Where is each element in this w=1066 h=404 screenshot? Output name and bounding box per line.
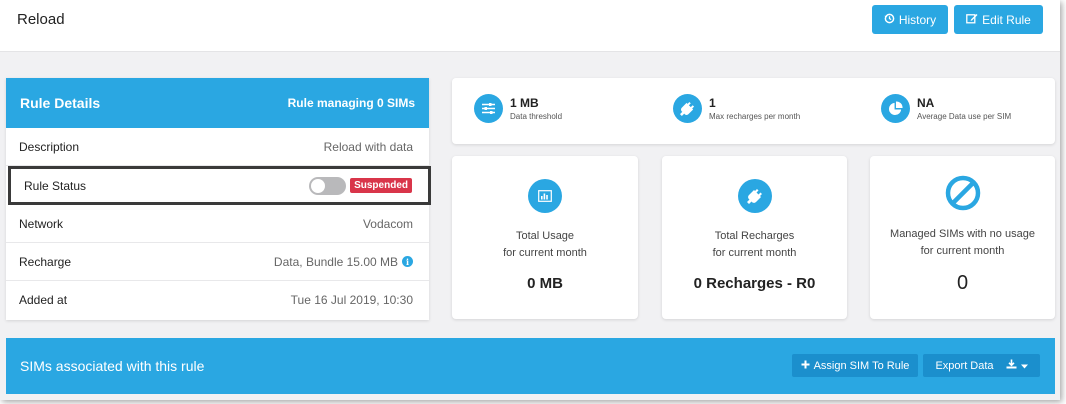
metric-value: 0 Recharges - R0 <box>693 275 816 292</box>
row-label: Network <box>19 216 64 231</box>
plus-icon <box>801 360 810 372</box>
row-label: Added at <box>19 293 68 307</box>
rule-row-recharge: Recharge Data, Bundle 15.00 MB i <box>6 243 429 281</box>
row-label: Description <box>19 139 80 154</box>
toggle-knob <box>311 178 326 193</box>
row-value: Vodacom <box>362 216 413 231</box>
metric-total-usage: Total Usage for current month 0 MB <box>452 156 638 319</box>
metric-label-line1: Total Recharges <box>714 230 795 242</box>
status-toggle[interactable] <box>309 176 347 195</box>
metric-label: Total Recharges for current month <box>662 228 847 262</box>
top-bar: Reload History Edit Rule <box>0 0 1060 52</box>
edit-rule-button[interactable]: Edit Rule <box>954 5 1043 34</box>
stat-desc: Max recharges per month <box>709 112 801 121</box>
stat-value: 1 <box>709 96 716 110</box>
stats-bar: 1 MB Data threshold 1 Max recharges per … <box>452 78 1055 144</box>
export-data-button[interactable]: Export Data <box>923 354 1040 377</box>
pie-chart-icon <box>881 94 910 123</box>
history-icon <box>884 13 895 27</box>
stat-max-recharges: 1 Max recharges per month <box>673 94 800 123</box>
metric-total-recharges: Total Recharges for current month 0 Rech… <box>662 156 847 319</box>
metric-value: 0 MB <box>527 275 563 292</box>
row-value-wrap: Data, Bundle 15.00 MB i <box>274 255 413 269</box>
metric-label: Total Usage for current month <box>452 228 638 262</box>
stat-desc: Data threshold <box>510 112 563 121</box>
rule-details-card: Rule Details Rule managing 0 SIMs Descri… <box>6 78 431 320</box>
stat-value: 1 MB <box>510 96 539 110</box>
metric-label-line2: for current month <box>920 245 1005 257</box>
app-frame: Reload History Edit Rule Rule Details Ru… <box>0 0 1060 400</box>
sims-section-header: SIMs associated with this rule Assign SI… <box>6 338 1055 394</box>
history-button[interactable]: History <box>872 5 948 34</box>
ban-icon <box>944 174 982 212</box>
metric-label-line1: Managed SIMs with no usage <box>890 228 1035 240</box>
stat-avg-data: NA Average Data use per SIM <box>881 94 1011 123</box>
edit-rule-label: Edit Rule <box>982 12 1031 27</box>
metric-label-line2: for current month <box>712 247 797 259</box>
metric-label: Managed SIMs with no usage for current m… <box>870 226 1055 260</box>
stat-data-threshold: 1 MB Data threshold <box>474 94 562 123</box>
row-label: Rule Status <box>24 178 87 193</box>
assign-sim-button[interactable]: Assign SIM To Rule <box>792 354 918 377</box>
row-label: Recharge <box>19 254 72 269</box>
assign-sim-label: Assign SIM To Rule <box>813 359 910 372</box>
row-value: Tue 16 Jul 2019, 10:30 <box>290 293 413 307</box>
plug-icon <box>737 179 772 213</box>
metric-value: 0 <box>956 272 969 294</box>
row-value: Data, Bundle 15.00 MB <box>273 254 398 269</box>
metric-label-line1: Total Usage <box>515 230 575 242</box>
rule-row-network: Network Vodacom <box>6 205 429 243</box>
sims-section-title: SIMs associated with this rule <box>20 358 205 374</box>
edit-icon <box>966 13 978 27</box>
row-value: Reload with data <box>323 139 413 154</box>
plug-icon <box>673 94 702 123</box>
bar-chart-icon <box>528 179 562 213</box>
rule-sim-count: Rule managing 0 SIMs <box>287 96 415 110</box>
rule-details-title: Rule Details <box>20 95 101 111</box>
rule-row-added: Added at Tue 16 Jul 2019, 10:30 <box>6 281 429 319</box>
rule-row-description: Description Reload with data <box>6 128 429 166</box>
sliders-icon <box>474 94 503 123</box>
stat-value: NA <box>917 96 935 110</box>
history-label: History <box>898 12 937 27</box>
chevron-down-icon <box>1020 360 1028 372</box>
metric-no-usage-sims: Managed SIMs with no usage for current m… <box>870 156 1055 319</box>
page-title: Reload <box>17 11 65 28</box>
rule-row-status: Rule Status Suspended <box>8 166 431 205</box>
metric-label-line2: for current month <box>503 247 587 259</box>
status-badge: Suspended <box>350 178 412 193</box>
export-data-label: Export Data <box>935 359 994 372</box>
rule-details-header: Rule Details Rule managing 0 SIMs <box>6 78 429 128</box>
stat-desc: Average Data use per SIM <box>917 112 1012 121</box>
download-icon <box>1006 359 1017 372</box>
info-icon[interactable]: i <box>402 256 413 267</box>
status-controls: Suspended <box>309 176 412 195</box>
